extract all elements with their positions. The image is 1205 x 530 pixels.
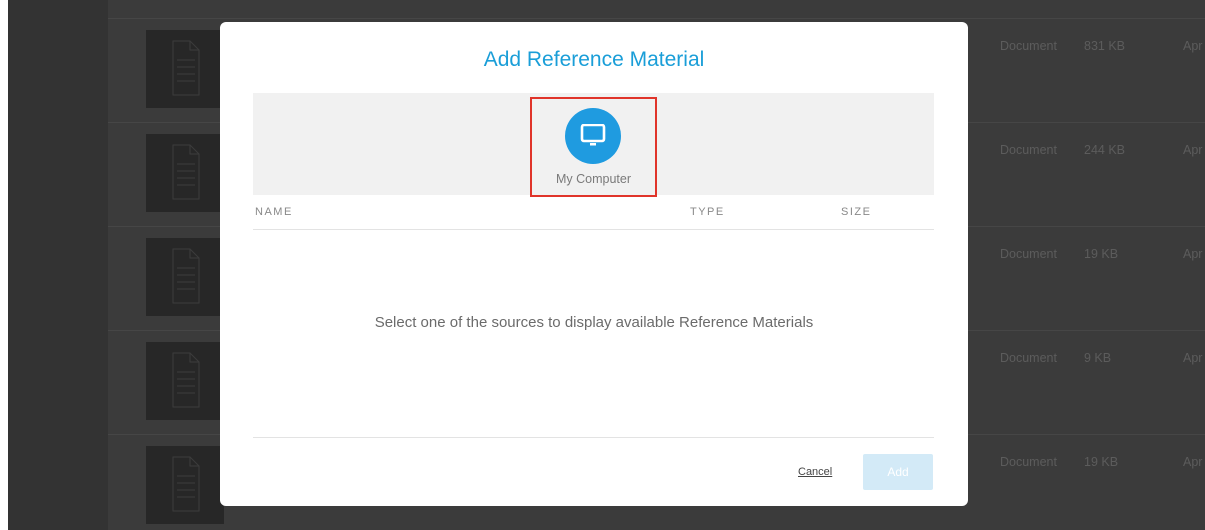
file-date: Apr — [1183, 455, 1203, 469]
file-type: Document — [1000, 143, 1057, 157]
file-type: Document — [1000, 455, 1057, 469]
add-reference-material-dialog: Add Reference Material My Computer NAME … — [220, 22, 968, 506]
document-icon — [172, 456, 200, 512]
empty-state-message: Select one of the sources to display ava… — [374, 314, 814, 331]
source-bar: My Computer — [253, 93, 934, 197]
document-thumbnail — [146, 134, 224, 212]
document-thumbnail — [146, 446, 224, 524]
file-date: Apr — [1183, 247, 1203, 261]
file-size: 19 KB — [1084, 247, 1119, 261]
document-thumbnail — [146, 30, 224, 108]
document-icon — [172, 248, 200, 304]
file-type: Document — [1000, 39, 1057, 53]
document-icon — [172, 40, 200, 96]
column-header-name[interactable]: NAME — [255, 206, 293, 218]
dialog-title: Add Reference Material — [483, 48, 705, 71]
document-thumbnail — [146, 238, 224, 316]
document-icon — [172, 352, 200, 408]
header-divider — [253, 229, 934, 230]
file-type: Document — [1000, 351, 1057, 365]
file-date: Apr — [1183, 351, 1203, 365]
document-thumbnail — [146, 342, 224, 420]
footer-divider — [253, 437, 934, 438]
cancel-button[interactable]: Cancel — [798, 466, 832, 478]
source-icon-circle[interactable] — [565, 108, 621, 164]
add-button[interactable]: Add — [863, 454, 933, 490]
file-size: 831 KB — [1084, 39, 1126, 53]
file-date: Apr — [1183, 39, 1203, 53]
file-size: 9 KB — [1084, 351, 1112, 365]
column-header-type[interactable]: TYPE — [690, 206, 725, 218]
file-type: Document — [1000, 247, 1057, 261]
monitor-icon — [580, 124, 606, 146]
file-size: 19 KB — [1084, 455, 1119, 469]
column-header-size[interactable]: SIZE — [841, 206, 871, 218]
source-label: My Computer — [555, 172, 632, 186]
file-date: Apr — [1183, 143, 1203, 157]
document-icon — [172, 144, 200, 200]
file-size: 244 KB — [1084, 143, 1126, 157]
source-my-computer[interactable]: My Computer — [530, 97, 657, 197]
background-sidebar — [8, 0, 108, 530]
